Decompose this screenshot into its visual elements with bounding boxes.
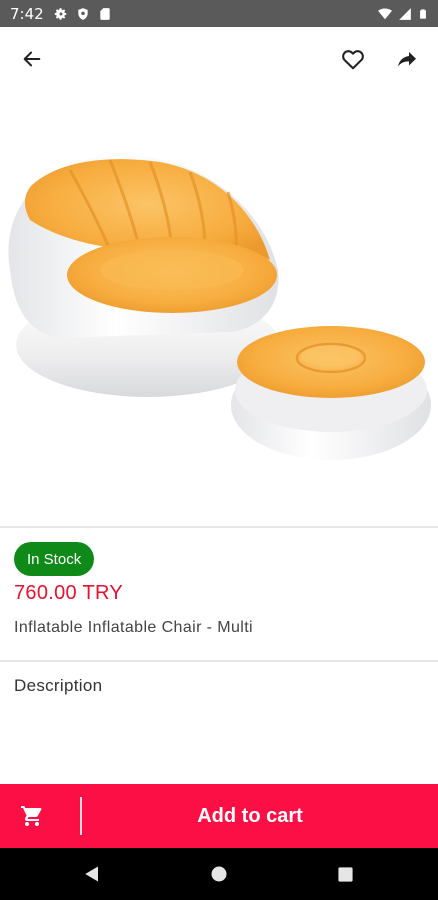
inflatable-chair-image — [8, 155, 431, 460]
back-triangle-icon — [85, 866, 98, 882]
favorite-button[interactable] — [337, 43, 369, 75]
cart-icon — [21, 806, 42, 826]
status-bar: 7:42 — [0, 0, 438, 27]
nav-back-button[interactable] — [80, 862, 104, 886]
divider-top — [0, 526, 438, 528]
settings-icon — [54, 7, 66, 20]
signal-icon — [399, 7, 411, 20]
back-arrow-icon — [23, 51, 41, 67]
status-right-icons — [378, 7, 428, 21]
add-to-cart-label: Add to cart — [197, 804, 303, 827]
system-nav-bar — [0, 848, 438, 900]
app-bar — [0, 27, 438, 91]
product-price: 760.00 TRY — [14, 582, 124, 604]
divider-middle — [0, 660, 438, 662]
sd-card-icon — [100, 7, 110, 20]
shield-icon — [78, 7, 88, 20]
nav-recents-button[interactable] — [333, 862, 357, 886]
back-button[interactable] — [16, 43, 48, 75]
heart-icon — [342, 50, 364, 70]
status-time: 7:42 — [10, 4, 44, 23]
recents-square-icon — [337, 866, 353, 882]
nav-home-button[interactable] — [207, 862, 231, 886]
cart-icon-wrap — [0, 784, 64, 848]
stock-badge: In Stock — [14, 542, 95, 576]
share-button[interactable] — [391, 43, 423, 75]
share-icon — [398, 52, 416, 67]
home-circle-icon — [211, 866, 227, 882]
description-title: Description — [14, 676, 103, 695]
product-name: Inflatable Inflatable Chair - Multi — [14, 619, 253, 636]
wifi-icon — [378, 7, 392, 19]
battery-icon — [420, 8, 426, 19]
status-left-icons — [54, 7, 112, 21]
product-image — [0, 100, 438, 520]
add-to-cart-button[interactable]: Add to cart — [0, 784, 438, 848]
